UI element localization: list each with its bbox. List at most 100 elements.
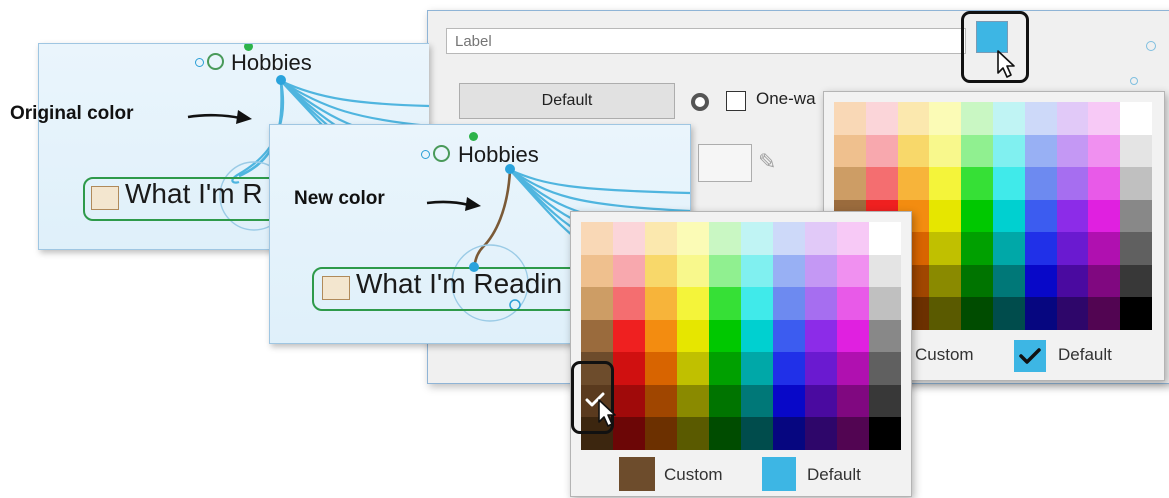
color-swatch[interactable] (992, 297, 1025, 330)
color-swatch[interactable] (709, 254, 741, 288)
color-swatch[interactable] (1024, 297, 1057, 330)
color-swatch[interactable] (805, 319, 837, 353)
color-swatch[interactable] (869, 352, 901, 385)
color-swatch[interactable] (741, 287, 773, 320)
color-swatch[interactable] (805, 222, 837, 255)
pencil-icon[interactable]: ✎ (758, 149, 776, 175)
color-swatch[interactable] (961, 199, 993, 233)
color-swatch[interactable] (741, 384, 773, 418)
color-swatch[interactable] (1024, 232, 1057, 265)
default-swatch[interactable] (1014, 340, 1046, 372)
label-input[interactable] (446, 28, 966, 54)
color-swatch[interactable] (709, 352, 741, 385)
color-swatch[interactable] (613, 254, 645, 288)
color-swatch[interactable] (773, 352, 805, 385)
color-swatch[interactable] (741, 222, 773, 255)
color-swatch[interactable] (677, 384, 709, 418)
color-swatch[interactable] (992, 167, 1025, 200)
topic-hobbies[interactable]: Hobbies (231, 50, 312, 76)
color-swatch[interactable] (805, 417, 837, 450)
color-swatch[interactable] (1120, 102, 1152, 135)
color-swatch[interactable] (773, 287, 805, 320)
color-swatch[interactable] (613, 222, 645, 255)
color-swatch[interactable] (929, 134, 962, 168)
default-swatch[interactable] (762, 457, 796, 491)
color-swatch[interactable] (837, 352, 869, 385)
subtopic-text[interactable]: What I'm Readin (356, 268, 562, 300)
default-button[interactable]: Default (459, 83, 675, 119)
color-swatch[interactable] (929, 297, 962, 330)
color-swatch[interactable] (677, 319, 709, 353)
color-swatch[interactable] (741, 319, 773, 353)
color-swatch[interactable] (1056, 167, 1089, 200)
color-swatch[interactable] (773, 222, 805, 255)
color-swatch[interactable] (805, 254, 837, 288)
color-swatch[interactable] (709, 384, 741, 418)
color-swatch[interactable] (1056, 134, 1089, 168)
color-swatch[interactable] (773, 417, 805, 450)
color-swatch[interactable] (869, 254, 901, 288)
color-swatch[interactable] (709, 417, 741, 450)
color-swatch[interactable] (1024, 102, 1057, 135)
color-swatch[interactable] (837, 287, 869, 320)
radio-icon[interactable] (691, 93, 709, 111)
color-swatch[interactable] (865, 102, 898, 135)
color-swatch[interactable] (1088, 199, 1121, 233)
color-swatch[interactable] (1024, 167, 1057, 200)
color-swatch[interactable] (992, 134, 1025, 168)
color-swatch[interactable] (581, 222, 613, 255)
color-swatch[interactable] (1024, 134, 1057, 168)
color-swatch[interactable] (805, 352, 837, 385)
color-swatch[interactable] (837, 222, 869, 255)
color-swatch[interactable] (869, 417, 901, 450)
color-swatch[interactable] (645, 352, 677, 385)
color-swatch[interactable] (1088, 134, 1121, 168)
color-swatch[interactable] (613, 352, 645, 385)
color-swatch[interactable] (1120, 232, 1152, 265)
color-swatch[interactable] (677, 254, 709, 288)
color-swatch[interactable] (929, 167, 962, 200)
color-swatch[interactable] (1088, 102, 1121, 135)
color-swatch[interactable] (1024, 199, 1057, 233)
color-swatch[interactable] (992, 264, 1025, 298)
custom-swatch[interactable] (619, 457, 655, 491)
color-swatch[interactable] (1120, 199, 1152, 233)
color-swatch[interactable] (992, 102, 1025, 135)
color-swatch[interactable] (961, 232, 993, 265)
color-swatch[interactable] (1056, 232, 1089, 265)
color-swatch[interactable] (961, 167, 993, 200)
color-swatch[interactable] (773, 384, 805, 418)
color-swatch[interactable] (709, 287, 741, 320)
color-swatch[interactable] (897, 134, 930, 168)
text-field[interactable] (698, 144, 752, 182)
color-swatch[interactable] (869, 319, 901, 353)
color-swatch[interactable] (929, 199, 962, 233)
color-swatch[interactable] (837, 384, 869, 418)
color-swatch[interactable] (1088, 297, 1121, 330)
color-swatch[interactable] (837, 254, 869, 288)
color-swatch[interactable] (1120, 134, 1152, 168)
color-swatch[interactable] (677, 287, 709, 320)
color-swatch[interactable] (834, 167, 866, 200)
color-swatch[interactable] (613, 319, 645, 353)
color-swatch[interactable] (897, 167, 930, 200)
color-swatch[interactable] (741, 417, 773, 450)
color-swatch[interactable] (645, 319, 677, 353)
color-swatch[interactable] (709, 319, 741, 353)
color-swatch[interactable] (1120, 297, 1152, 330)
color-swatch[interactable] (1056, 264, 1089, 298)
color-swatch[interactable] (929, 264, 962, 298)
color-swatch[interactable] (581, 287, 613, 320)
color-swatch[interactable] (1088, 232, 1121, 265)
one-way-checkbox[interactable] (726, 91, 746, 111)
color-swatch[interactable] (677, 417, 709, 450)
color-swatch[interactable] (869, 222, 901, 255)
color-swatch[interactable] (992, 199, 1025, 233)
color-swatch[interactable] (1056, 102, 1089, 135)
color-swatch[interactable] (677, 222, 709, 255)
color-swatch[interactable] (1088, 167, 1121, 200)
color-swatch[interactable] (581, 319, 613, 353)
subtopic-text[interactable]: What I'm R (125, 178, 263, 210)
color-swatch[interactable] (929, 102, 962, 135)
color-swatch[interactable] (1056, 297, 1089, 330)
